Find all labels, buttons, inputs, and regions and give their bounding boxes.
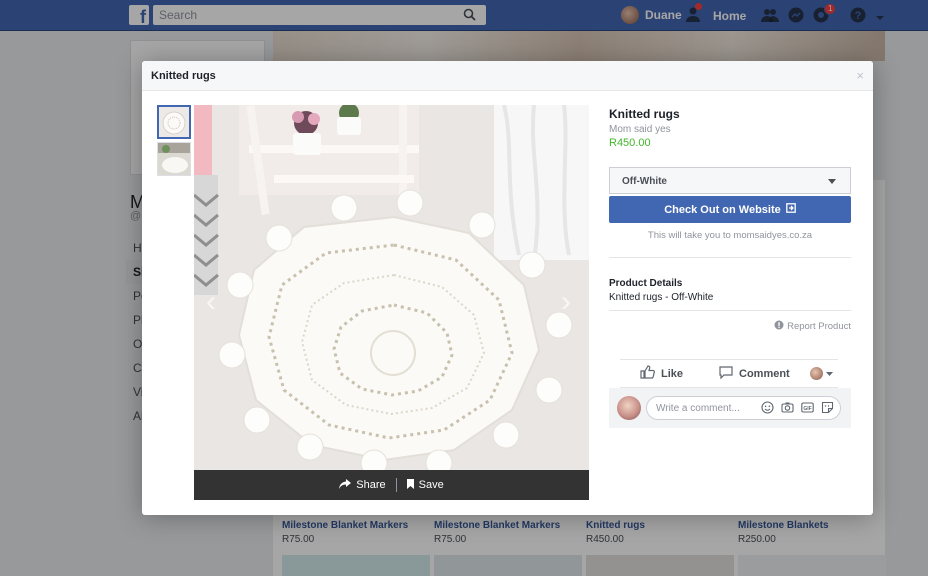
product-photo[interactable]: ‹ › — [194, 105, 589, 470]
variant-dropdown[interactable]: Off-White — [609, 167, 851, 194]
product-name: Knitted rugs — [609, 107, 680, 121]
post-as-selector[interactable] — [810, 367, 833, 380]
modal-title: Knitted rugs — [151, 70, 216, 82]
next-photo-chevron-icon[interactable]: › — [561, 285, 571, 319]
thumbs-up-icon — [640, 365, 655, 382]
avatar — [617, 396, 641, 420]
product-details-heading: Product Details — [609, 278, 683, 289]
emoji-icon[interactable] — [761, 401, 774, 414]
redirect-note: This will take you to momsaidyes.co.za — [647, 230, 813, 241]
comment-input[interactable] — [647, 397, 757, 419]
like-label: Like — [661, 367, 684, 380]
thumbnail-rug-alt[interactable] — [157, 142, 191, 176]
checkout-button[interactable]: Check Out on Website — [609, 196, 851, 223]
comment-composer: GIF — [609, 388, 851, 428]
comment-label: Comment — [739, 367, 790, 380]
report-icon — [774, 320, 784, 333]
share-icon — [339, 478, 352, 492]
modal-header: Knitted rugs × — [142, 61, 873, 91]
comment-tools: GIF — [761, 401, 834, 414]
thumbnail-rug[interactable] — [157, 105, 191, 139]
previous-photo-chevron-icon[interactable]: ‹ — [206, 285, 216, 319]
share-label: Share — [356, 479, 386, 491]
save-button[interactable]: Save — [397, 478, 454, 492]
caret-down-icon — [828, 179, 836, 184]
like-button[interactable]: Like — [640, 365, 683, 382]
external-link-icon — [785, 203, 796, 216]
seller-name[interactable]: Mom said yes — [609, 124, 851, 135]
comment-box[interactable]: GIF — [646, 396, 841, 420]
avatar — [810, 367, 823, 380]
bookmark-icon — [406, 478, 414, 492]
share-button[interactable]: Share — [329, 478, 395, 492]
gif-icon[interactable]: GIF — [801, 401, 814, 414]
reaction-bar: Like Comment — [620, 359, 838, 388]
product-details-text: Knitted rugs - Off-White — [609, 292, 714, 303]
photo-action-bar: Share Save — [194, 470, 589, 500]
report-label: Report Product — [787, 321, 851, 332]
save-label: Save — [418, 479, 444, 491]
product-details-panel: Knitted rugs Mom said yes R450.00 Off-Wh… — [609, 105, 851, 333]
product-modal: Knitted rugs × ‹ › Share Save Knitted ru… — [142, 61, 873, 515]
checkout-label: Check Out on Website — [664, 203, 781, 216]
comment-button[interactable]: Comment — [719, 365, 790, 382]
close-icon[interactable]: × — [856, 68, 864, 83]
photo-thumbnails — [157, 105, 191, 179]
sticker-icon[interactable] — [821, 401, 834, 414]
divider — [609, 257, 851, 258]
chevron-down-icon — [826, 368, 833, 380]
product-price: R450.00 — [609, 137, 651, 149]
report-product-link[interactable]: Report Product — [609, 320, 851, 333]
divider — [609, 310, 851, 311]
svg-text:GIF: GIF — [803, 406, 811, 412]
camera-icon[interactable] — [781, 401, 794, 414]
variant-selected-value: Off-White — [622, 176, 667, 187]
comment-icon — [719, 365, 733, 382]
